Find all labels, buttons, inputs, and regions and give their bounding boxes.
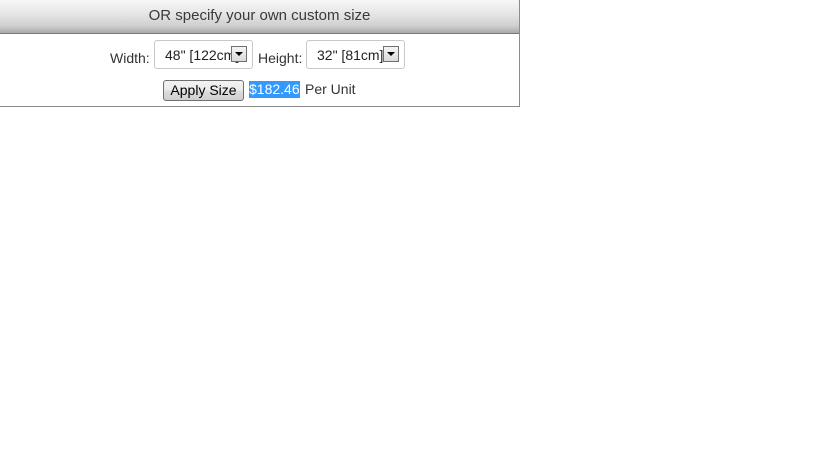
apply-size-button[interactable]: Apply Size xyxy=(163,80,244,101)
height-select[interactable]: 32" [81cm] xyxy=(306,40,405,69)
custom-size-panel: OR specify your own custom size Width: 4… xyxy=(0,0,520,107)
width-select[interactable]: 48" [122cm] xyxy=(154,40,253,69)
unit-price: $182.46 xyxy=(249,81,300,98)
chevron-down-icon[interactable] xyxy=(383,46,399,62)
height-label: Height: xyxy=(258,50,303,66)
per-unit-label: Per Unit xyxy=(305,81,356,97)
custom-size-header: OR specify your own custom size xyxy=(0,0,519,34)
height-select-value: 32" [81cm] xyxy=(317,47,384,63)
width-label: Width: xyxy=(110,50,150,66)
chevron-down-icon[interactable] xyxy=(231,46,247,62)
width-select-value: 48" [122cm] xyxy=(165,47,240,63)
